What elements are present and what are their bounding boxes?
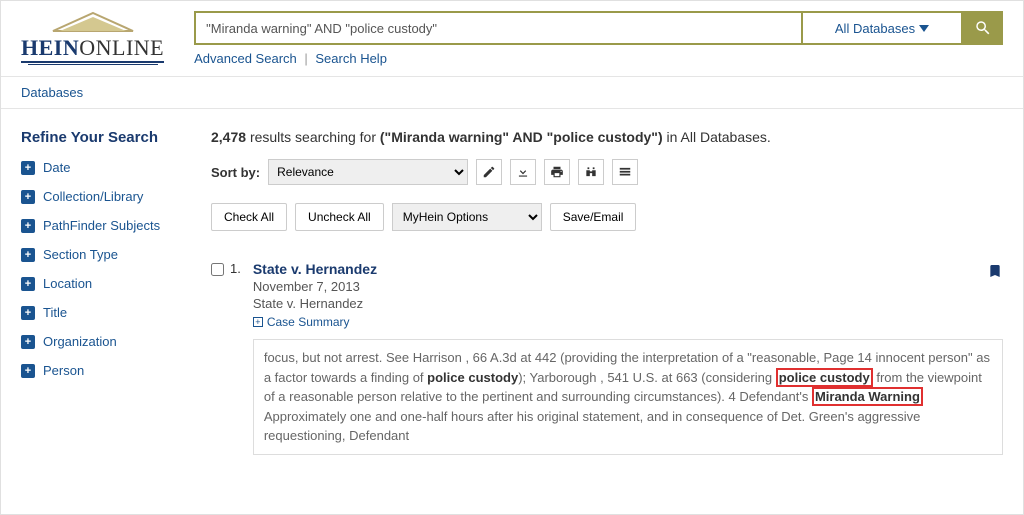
facet-section-type[interactable]: + Section Type <box>21 247 211 262</box>
edit-button[interactable] <box>476 159 502 185</box>
sort-label: Sort by: <box>211 165 260 180</box>
database-selector[interactable]: All Databases <box>803 11 963 45</box>
bookmark-button[interactable] <box>987 261 1003 284</box>
result-title-link[interactable]: State v. Hernandez <box>253 261 377 277</box>
highlight-miranda-warning: Miranda Warning <box>812 387 923 406</box>
logo-underline <box>28 64 158 65</box>
separator: | <box>304 51 307 66</box>
print-button[interactable] <box>544 159 570 185</box>
plus-icon: + <box>253 317 263 327</box>
check-all-button[interactable]: Check All <box>211 203 287 231</box>
facet-label: Section Type <box>43 247 118 262</box>
plus-icon: + <box>21 306 35 320</box>
plus-icon: + <box>21 335 35 349</box>
facet-organization[interactable]: + Organization <box>21 334 211 349</box>
result-snippet: focus, but not arrest. See Harrison , 66… <box>253 339 1003 455</box>
advanced-search-link[interactable]: Advanced Search <box>194 51 297 66</box>
chevron-down-icon <box>919 25 929 32</box>
plus-icon: + <box>21 219 35 233</box>
result-subtitle: State v. Hernandez <box>253 296 1003 311</box>
logo-text: HEINONLINE <box>21 35 164 61</box>
myhein-select[interactable]: MyHein Options <box>392 203 542 231</box>
result-date: November 7, 2013 <box>253 279 1003 294</box>
facet-label: Date <box>43 160 70 175</box>
plus-icon: + <box>21 277 35 291</box>
download-icon <box>516 165 530 179</box>
nav-databases[interactable]: Databases <box>21 85 83 100</box>
sidebar-title: Refine Your Search <box>21 129 211 146</box>
find-button[interactable] <box>578 159 604 185</box>
uncheck-all-button[interactable]: Uncheck All <box>295 203 384 231</box>
logo-underline <box>23 62 163 63</box>
facet-pathfinder-subjects[interactable]: + PathFinder Subjects <box>21 218 211 233</box>
download-button[interactable] <box>510 159 536 185</box>
facet-label: Organization <box>43 334 117 349</box>
plus-icon: + <box>21 161 35 175</box>
facet-title[interactable]: + Title <box>21 305 211 320</box>
result-number: 1. <box>230 261 241 276</box>
facet-date[interactable]: + Date <box>21 160 211 175</box>
logo[interactable]: HEINONLINE <box>21 11 164 65</box>
result-checkbox[interactable] <box>211 263 224 276</box>
list-icon <box>618 165 632 179</box>
logo-roof-icon <box>48 11 138 35</box>
database-selector-label: All Databases <box>835 21 915 36</box>
bookmark-icon <box>987 261 1003 281</box>
plus-icon: + <box>21 248 35 262</box>
pencil-icon <box>482 165 496 179</box>
facet-label: PathFinder Subjects <box>43 218 160 233</box>
facet-label: Title <box>43 305 67 320</box>
facet-location[interactable]: + Location <box>21 276 211 291</box>
case-summary-toggle[interactable]: + Case Summary <box>253 315 1003 329</box>
search-button[interactable] <box>963 11 1003 45</box>
plus-icon: + <box>21 190 35 204</box>
search-help-link[interactable]: Search Help <box>315 51 387 66</box>
case-summary-label: Case Summary <box>267 315 350 329</box>
facet-label: Collection/Library <box>43 189 143 204</box>
print-icon <box>550 165 564 179</box>
plus-icon: + <box>21 364 35 378</box>
facet-label: Person <box>43 363 84 378</box>
results-count: 2,478 results searching for ("Miranda wa… <box>211 129 1003 145</box>
facet-label: Location <box>43 276 92 291</box>
result-item: 1. State v. Hernandez November 7, 2013 S… <box>211 261 1003 455</box>
save-email-button[interactable]: Save/Email <box>550 203 637 231</box>
sort-select[interactable]: Relevance <box>268 159 468 185</box>
list-view-button[interactable] <box>612 159 638 185</box>
search-input[interactable] <box>194 11 803 45</box>
search-icon <box>974 19 992 37</box>
facet-collection-library[interactable]: + Collection/Library <box>21 189 211 204</box>
highlight-police-custody: police custody <box>776 368 873 387</box>
facet-person[interactable]: + Person <box>21 363 211 378</box>
binoculars-icon <box>584 165 598 179</box>
